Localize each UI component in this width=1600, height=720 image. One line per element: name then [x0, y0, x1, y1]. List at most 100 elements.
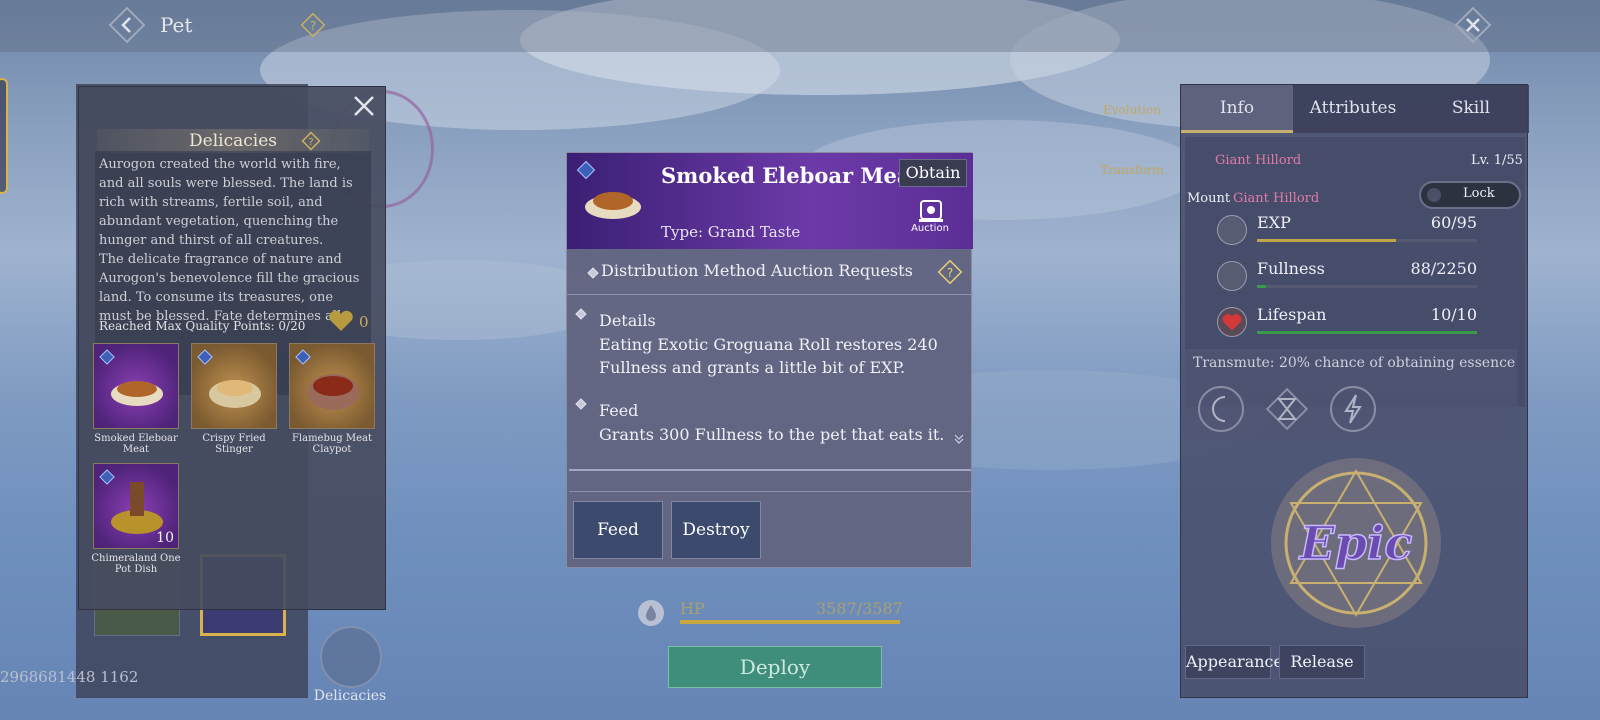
feed-text: Grants 300 Fullness to the pet that eats…: [599, 425, 945, 444]
item-card-crispy-fried-stinger[interactable]: [191, 343, 277, 429]
divider: [569, 491, 971, 492]
lifespan-label: Lifespan: [1257, 305, 1327, 324]
item-name: Smoked Eleboar Meat: [94, 433, 178, 455]
item-detail-popup: Smoked Eleboar Meat Obtain Auction Type:…: [566, 152, 973, 568]
transmute-text: Transmute: 20% chance of obtaining essen…: [1193, 355, 1516, 371]
back-arrow-icon[interactable]: [108, 6, 146, 44]
hp-bar: [680, 620, 900, 624]
item-count: 10: [156, 530, 174, 546]
lifespan-bar-fill: [1257, 331, 1477, 334]
details-heading: Details: [599, 311, 656, 330]
fullness-value: 88/2250: [1410, 259, 1477, 278]
exp-bar-fill: [1257, 239, 1396, 242]
scroll-down-icon[interactable]: [953, 433, 965, 445]
deploy-button[interactable]: Deploy: [668, 646, 882, 688]
item-card-smoked-eleboar-meat[interactable]: [93, 343, 179, 429]
item-name-title: Smoked Eleboar Meat: [661, 163, 921, 188]
item-name: Flamebug Meat Claypot: [291, 433, 373, 455]
lifespan-bar: [1257, 331, 1477, 334]
rarity-diamond-icon: [99, 349, 115, 365]
rarity-diamond-icon: [99, 469, 115, 485]
food-icon: [585, 192, 641, 219]
lifespan-value: 10/10: [1430, 305, 1477, 324]
tab-attributes[interactable]: Attributes: [1295, 85, 1411, 133]
rarity-diamond-icon: [295, 349, 311, 365]
heart-icon: [329, 310, 353, 331]
heart-count: 0: [359, 313, 369, 331]
item-card-chimeraland-one-pot-dish[interactable]: 10: [93, 463, 179, 549]
feed-heading: Feed: [599, 401, 639, 420]
lock-label: Lock: [1463, 186, 1495, 201]
close-icon[interactable]: [1454, 6, 1492, 44]
lightning-essence-icon[interactable]: [1329, 385, 1377, 433]
feed-button[interactable]: Feed: [573, 501, 663, 559]
release-button[interactable]: Release: [1279, 645, 1365, 679]
pet-level: Lv. 1/55: [1471, 153, 1523, 168]
appearance-button[interactable]: Appearance: [1185, 645, 1283, 679]
info-tabs: Info Attributes Skill: [1181, 85, 1529, 133]
fullness-bar: [1257, 285, 1477, 288]
page-title: Pet: [160, 13, 193, 37]
svg-text:?: ?: [308, 137, 313, 148]
item-name: Crispy Fried Stinger: [202, 433, 266, 455]
destroy-button[interactable]: Destroy: [671, 501, 761, 559]
divider: [569, 469, 971, 471]
distribution-label: Distribution Method: [601, 261, 766, 280]
item-name: Chimeraland One Pot Dish: [91, 553, 181, 575]
delicacies-icon: [320, 626, 382, 688]
question-icon[interactable]: ?: [937, 259, 963, 285]
epic-rarity-emblem: Epic: [1271, 458, 1441, 628]
toggle-knob: [1427, 188, 1441, 202]
item-type: Type: Grand Taste: [661, 223, 801, 241]
lifespan-heart-icon: [1222, 314, 1242, 331]
delicacies-tab-label: Delicacies: [313, 688, 387, 704]
item-detail-header: Smoked Eleboar Meat Obtain Auction Type:…: [567, 153, 973, 249]
description-paragraph: Aurogon created the world with fire, and…: [99, 157, 353, 248]
left-edge-tab[interactable]: [0, 78, 8, 194]
close-icon[interactable]: [349, 91, 379, 121]
delicacies-panel: Delicacies ? Aurogon created the world w…: [78, 86, 386, 610]
evolution-button[interactable]: Evolution: [1100, 90, 1164, 130]
rarity-diamond-icon: [197, 349, 213, 365]
exp-bar: [1257, 239, 1477, 242]
bullet-diamond-icon: [575, 308, 587, 320]
mount-label: Mount: [1187, 191, 1231, 206]
moon-essence-icon[interactable]: [1197, 385, 1245, 433]
transmute-box: Transmute: 20% chance of obtaining essen…: [1185, 349, 1517, 441]
bullet-diamond-icon: [587, 267, 599, 279]
question-icon[interactable]: ?: [301, 131, 321, 151]
hp-drop-icon: [638, 600, 664, 626]
delicacies-tab-button[interactable]: Delicacies: [310, 626, 390, 706]
item-card-flamebug-meat-claypot[interactable]: [289, 343, 375, 429]
pet-name: Giant Hillord: [1215, 153, 1302, 168]
question-icon[interactable]: ?: [300, 12, 326, 38]
lock-toggle[interactable]: Lock: [1419, 181, 1521, 209]
hourglass-essence-icon[interactable]: [1263, 385, 1311, 433]
svg-text:?: ?: [947, 266, 953, 280]
tab-info[interactable]: Info: [1181, 85, 1293, 133]
tab-skill[interactable]: Skill: [1413, 85, 1529, 133]
quality-points: Reached Max Quality Points: 0/20: [99, 319, 306, 333]
mount-name: Giant Hillord: [1233, 191, 1320, 206]
distribution-value: Auction Requests: [771, 261, 913, 280]
auction-label: Auction: [911, 223, 949, 234]
pet-info-panel: Info Attributes Skill Giant Hillord Lv. …: [1180, 84, 1529, 698]
obtain-button[interactable]: Obtain: [899, 159, 967, 187]
exp-icon: [1217, 215, 1247, 245]
fullness-label: Fullness: [1257, 259, 1325, 278]
svg-text:?: ?: [310, 19, 316, 33]
exp-label: EXP: [1257, 213, 1291, 232]
exp-value: 60/95: [1430, 213, 1477, 232]
heart-counter: 0: [327, 309, 383, 333]
heart-icon: [1217, 307, 1247, 337]
details-text: Eating Exotic Groguana Roll restores 240…: [599, 335, 938, 377]
delicacies-header: Delicacies ?: [97, 129, 369, 153]
fullness-icon: [1217, 261, 1247, 291]
transform-button[interactable]: Transform: [1100, 150, 1164, 190]
pet-id: 2968681448 1162: [0, 668, 139, 686]
rarity-label: Epic: [1298, 516, 1413, 570]
rarity-diamond-icon: [576, 160, 596, 180]
hp-label: HP: [680, 599, 705, 618]
delicacies-title: Delicacies: [189, 131, 277, 151]
top-bar: [0, 0, 1600, 52]
